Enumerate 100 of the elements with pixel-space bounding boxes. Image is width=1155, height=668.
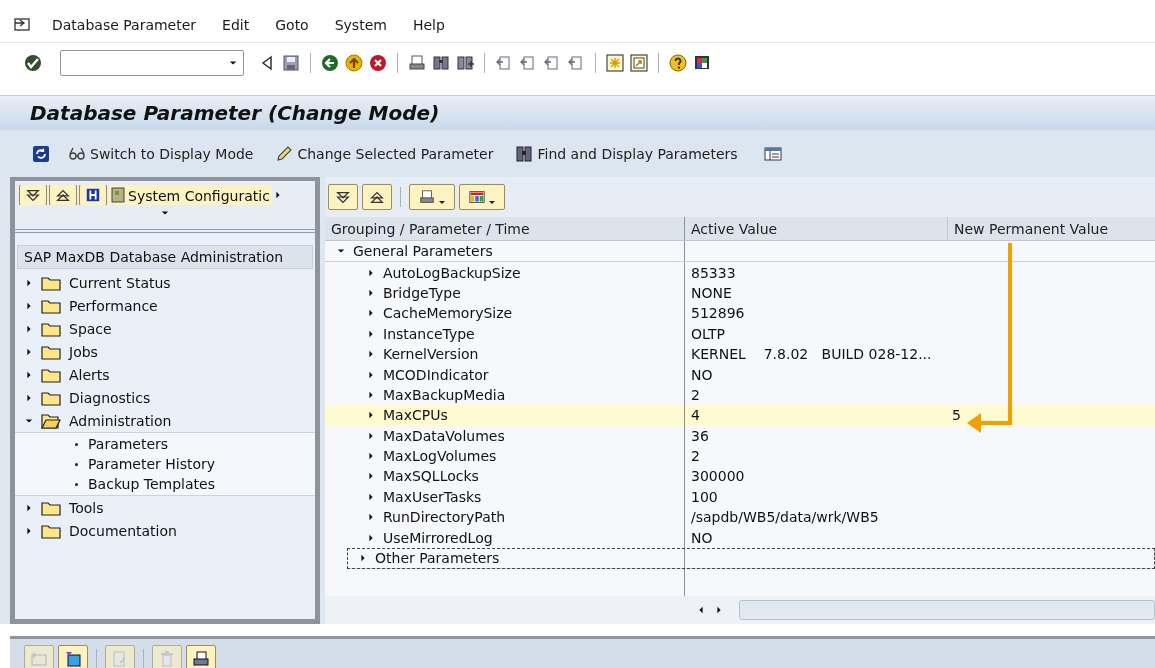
find-next-icon[interactable] [456, 54, 474, 72]
parameter-name[interactable]: MCODIndicator [383, 366, 489, 383]
group-label[interactable]: General Parameters [353, 243, 493, 260]
parameter-name[interactable]: MaxLogVolumes [383, 448, 497, 465]
horizontal-scrollbar[interactable] [739, 600, 1155, 620]
tree-item[interactable]: Jobs [15, 340, 315, 363]
parameter-name[interactable]: UseMirroredLog [383, 529, 493, 546]
tree-item[interactable]: Performance [15, 294, 315, 317]
expand-all-button[interactable] [19, 185, 47, 205]
enter-icon[interactable] [24, 54, 42, 72]
collapse-all-button[interactable] [49, 185, 77, 205]
expand-arrow-icon[interactable] [367, 513, 375, 522]
tree-item[interactable]: Documentation [15, 519, 315, 542]
toolbar-button[interactable] [186, 645, 216, 668]
parameter-name[interactable]: KernelVersion [383, 346, 479, 363]
tree-item[interactable]: Space [15, 317, 315, 340]
command-field[interactable] [60, 50, 244, 76]
table-cell-text: 300000 [690, 467, 746, 487]
expand-arrow-icon[interactable] [367, 492, 375, 501]
parameter-name[interactable]: RunDirectoryPath [383, 509, 506, 526]
parameter-name[interactable]: MaxCPUs [383, 407, 448, 424]
parameter-name[interactable]: BridgeType [383, 284, 461, 301]
cancel-icon[interactable] [369, 54, 387, 72]
menu-item[interactable]: Edit [222, 17, 250, 33]
parameter-name[interactable]: CacheMemorySize [383, 305, 513, 322]
tree-item[interactable]: Current Status [15, 271, 315, 294]
parameter-name[interactable]: AutoLogBackupSize [383, 264, 521, 281]
scroll-left-icon[interactable] [697, 606, 705, 614]
hierarchy-button[interactable] [79, 185, 107, 205]
tree-item[interactable]: Parameter History [15, 454, 315, 474]
menu-icon[interactable] [14, 18, 32, 32]
toolbar-button[interactable] [58, 645, 88, 668]
expand-arrow-icon[interactable] [367, 472, 375, 481]
expand-arrow-icon[interactable] [367, 268, 375, 277]
expand-arrow-icon[interactable] [25, 324, 33, 333]
toolbar-button[interactable]: Change Selected Parameter [271, 142, 498, 165]
expand-arrow-icon[interactable] [367, 533, 375, 542]
column-header[interactable]: New Permanent Value [948, 217, 1155, 240]
group-label[interactable]: Other Parameters [375, 550, 500, 567]
expand-arrow-icon[interactable] [367, 288, 375, 297]
dropdown-caret-icon[interactable] [161, 209, 169, 217]
column-header[interactable]: Active Value [685, 217, 948, 240]
group-row[interactable]: General Parameters [325, 241, 1155, 263]
toolbar-button[interactable]: Find and Display Parameters [511, 142, 742, 165]
expand-arrow-icon[interactable] [25, 347, 33, 356]
new-session-icon[interactable] [606, 54, 624, 72]
expand-arrow-icon[interactable] [25, 393, 33, 402]
tree-item[interactable]: Alerts [15, 363, 315, 386]
parameter-name[interactable]: MaxSQLLocks [383, 468, 479, 485]
expand-arrow-icon[interactable] [25, 278, 33, 287]
layout-menu-button[interactable] [459, 184, 505, 210]
tree-item[interactable]: Backup Templates [15, 474, 315, 494]
expand-arrow-icon[interactable] [359, 554, 367, 563]
tab[interactable]: System Configuratic [109, 185, 272, 205]
save-icon[interactable] [282, 54, 300, 72]
expand-arrow-icon[interactable] [25, 526, 33, 535]
column-header[interactable]: Grouping / Parameter / Time [325, 217, 685, 240]
collapse-arrow-icon[interactable] [25, 416, 33, 425]
monitor-icon[interactable] [693, 54, 711, 72]
toolbar-button[interactable]: Switch to Display Mode [64, 142, 258, 165]
refresh-icon[interactable] [32, 144, 50, 163]
expand-arrow-icon[interactable] [367, 309, 375, 318]
expand-arrow-icon[interactable] [25, 301, 33, 310]
print-icon[interactable] [408, 54, 426, 72]
expand-arrow-icon[interactable] [25, 370, 33, 379]
menu-item[interactable]: Goto [275, 17, 309, 33]
folder-icon [41, 320, 61, 337]
parameter-name[interactable]: MaxBackupMedia [383, 386, 506, 403]
table-cell-text: NO [690, 528, 714, 548]
menu-item[interactable]: Help [412, 17, 445, 33]
back-icon[interactable] [321, 54, 339, 72]
tree-item[interactable]: Administration [15, 409, 315, 432]
tree-item[interactable]: Tools [15, 496, 315, 519]
print-menu-button[interactable] [409, 184, 455, 210]
expand-all-button[interactable] [328, 184, 358, 210]
expand-arrow-icon[interactable] [367, 411, 375, 420]
expand-arrow-icon[interactable] [367, 390, 375, 399]
expand-arrow-icon[interactable] [367, 329, 375, 338]
parameter-name[interactable]: InstanceType [383, 325, 475, 342]
expand-arrow-icon[interactable] [367, 370, 375, 379]
expand-arrow-icon[interactable] [367, 431, 375, 440]
parameter-name[interactable]: MaxDataVolumes [383, 427, 505, 444]
dropdown-caret-icon[interactable] [229, 59, 237, 67]
collapse-all-button[interactable] [362, 184, 392, 210]
expand-arrow-icon[interactable] [367, 452, 375, 461]
tree-item[interactable]: Diagnostics [15, 386, 315, 409]
group-row[interactable]: Other Parameters [347, 547, 1155, 570]
tree-item[interactable]: Parameters [15, 434, 315, 454]
menu-item[interactable]: System [334, 17, 387, 33]
expand-arrow-icon[interactable] [367, 350, 375, 359]
scroll-right-icon[interactable] [273, 191, 282, 199]
find-icon[interactable] [432, 54, 450, 72]
exit-icon[interactable] [345, 54, 363, 72]
shortcut-icon[interactable] [630, 54, 648, 72]
layout-icon[interactable] [763, 144, 782, 163]
expand-arrow-icon[interactable] [25, 503, 33, 512]
scroll-right-icon[interactable] [715, 606, 723, 614]
help-icon[interactable] [669, 54, 687, 72]
parameter-name[interactable]: MaxUserTasks [383, 488, 482, 505]
menu-item[interactable]: Database Parameter [52, 17, 197, 33]
